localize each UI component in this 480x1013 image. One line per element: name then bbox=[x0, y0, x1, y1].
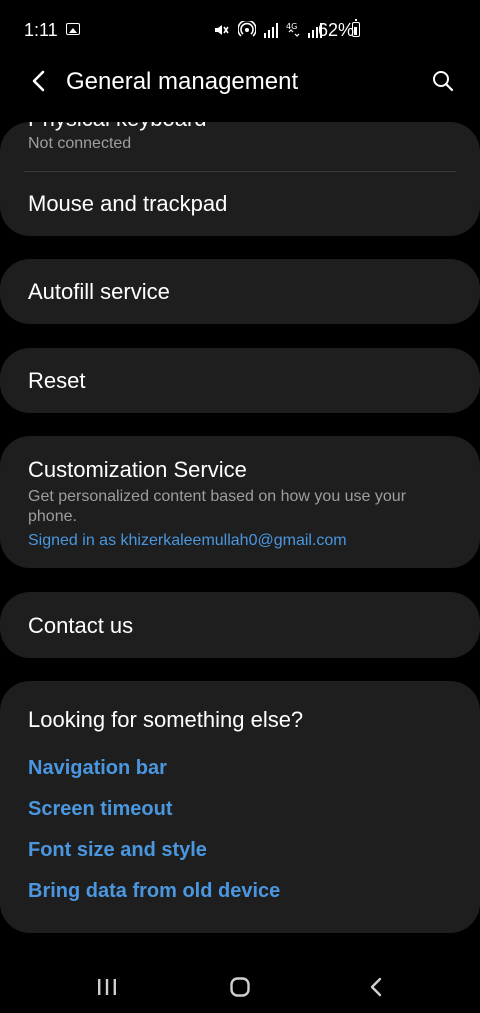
contact-us-title: Contact us bbox=[28, 613, 134, 638]
autofill-service-title: Autofill service bbox=[28, 279, 170, 304]
back-button[interactable] bbox=[22, 64, 56, 98]
settings-card-input: Physical keyboard Not connected Mouse an… bbox=[0, 122, 480, 236]
4g-icon: 4G bbox=[286, 22, 300, 37]
customization-account: Signed in as khizerkaleemullah0@gmail.co… bbox=[28, 532, 347, 549]
gallery-icon bbox=[66, 23, 80, 35]
autofill-service-item[interactable]: Autofill service bbox=[0, 259, 480, 324]
signal-icon bbox=[264, 23, 278, 38]
home-button[interactable] bbox=[218, 970, 262, 1004]
navigation-bar bbox=[0, 960, 480, 1013]
svg-text:4G: 4G bbox=[286, 22, 297, 31]
battery-percentage: 62% bbox=[318, 20, 355, 40]
page-title: General management bbox=[66, 68, 299, 95]
reset-item[interactable]: Reset bbox=[0, 348, 480, 413]
link-bring-data[interactable]: Bring data from old device bbox=[28, 880, 280, 903]
link-font-size-style[interactable]: Font size and style bbox=[28, 839, 207, 862]
mouse-trackpad-item[interactable]: Mouse and trackpad bbox=[0, 172, 480, 236]
link-screen-timeout[interactable]: Screen timeout bbox=[28, 798, 172, 821]
physical-keyboard-title: Physical keyboard bbox=[28, 122, 207, 132]
link-navigation-bar[interactable]: Navigation bar bbox=[28, 757, 167, 780]
suggestions-title: Looking for something else? bbox=[28, 707, 304, 732]
search-button[interactable] bbox=[426, 64, 460, 98]
customization-service-title: Customization Service bbox=[28, 457, 247, 482]
battery-icon bbox=[352, 19, 360, 37]
status-bar: 1:11 4G 62% bbox=[0, 0, 480, 60]
recent-apps-icon bbox=[98, 979, 116, 995]
status-time: 1:11 bbox=[24, 20, 58, 40]
physical-keyboard-subtitle: Not connected bbox=[28, 135, 132, 152]
nav-back-button[interactable] bbox=[354, 970, 398, 1004]
app-bar: General management bbox=[0, 60, 480, 104]
contact-us-item[interactable]: Contact us bbox=[0, 592, 480, 658]
back-icon bbox=[370, 977, 382, 997]
mouse-trackpad-title: Mouse and trackpad bbox=[28, 191, 228, 216]
suggestions-card: Looking for something else? Navigation b… bbox=[0, 681, 480, 933]
reset-title: Reset bbox=[28, 368, 86, 393]
mute-icon bbox=[215, 25, 229, 35]
customization-service-item[interactable]: Customization Service Get personalized c… bbox=[0, 436, 480, 568]
home-icon bbox=[230, 977, 250, 997]
back-arrow-icon bbox=[32, 70, 45, 92]
physical-keyboard-item[interactable]: Physical keyboard Not connected bbox=[0, 122, 480, 170]
search-icon bbox=[433, 71, 454, 92]
status-icons: 4G bbox=[212, 18, 322, 42]
hotspot-icon bbox=[238, 21, 256, 37]
recent-apps-button[interactable] bbox=[85, 970, 129, 1004]
customization-service-description: Get personalized content based on how yo… bbox=[28, 488, 407, 525]
